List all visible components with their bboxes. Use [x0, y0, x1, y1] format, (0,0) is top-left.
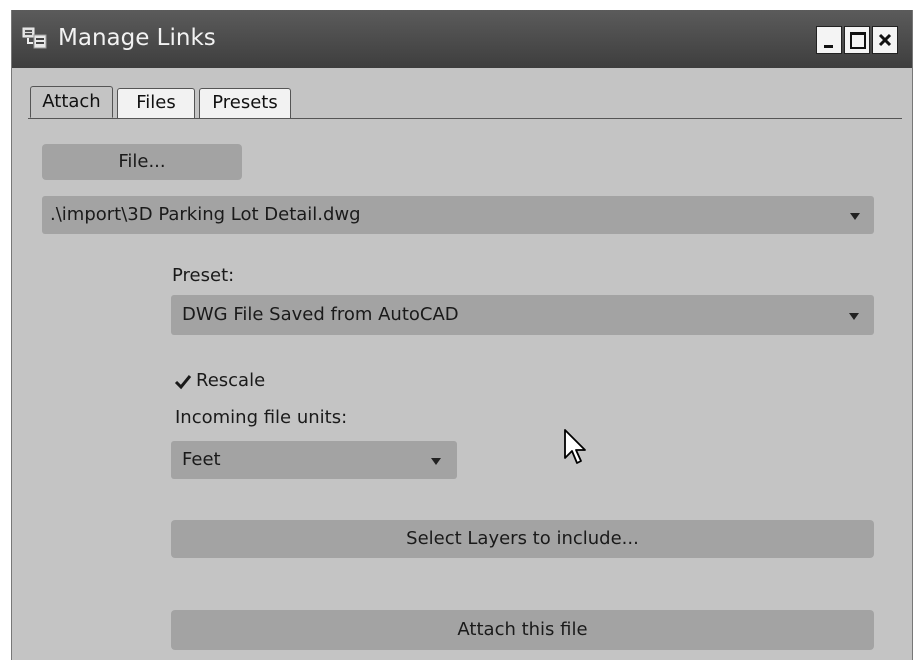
checkmark-icon: [174, 375, 192, 390]
attach-file-button[interactable]: Attach this file: [171, 610, 874, 650]
dropdown-arrow-icon: [850, 213, 860, 220]
file-button[interactable]: File...: [42, 144, 242, 180]
manage-links-icon: [22, 26, 48, 50]
minimize-button[interactable]: [816, 26, 842, 54]
tab-divider: [28, 118, 902, 119]
manage-links-window: Manage Links Attach Files Presets File..…: [11, 10, 913, 660]
mouse-pointer-icon: [563, 428, 589, 468]
window-title: Manage Links: [58, 25, 216, 51]
preset-value: DWG File Saved from AutoCAD: [182, 304, 459, 325]
units-dropdown[interactable]: Feet: [171, 441, 457, 479]
rescale-checkbox[interactable]: [174, 373, 192, 391]
close-button[interactable]: [872, 26, 898, 54]
file-path-value: .\import\3D Parking Lot Detail.dwg: [50, 204, 361, 225]
units-value: Feet: [182, 449, 221, 470]
dropdown-arrow-icon: [849, 313, 859, 320]
select-layers-button[interactable]: Select Layers to include...: [171, 520, 874, 558]
incoming-units-label: Incoming file units:: [175, 407, 348, 428]
tab-files[interactable]: Files: [117, 88, 195, 118]
title-bar[interactable]: Manage Links: [12, 10, 912, 68]
tab-presets[interactable]: Presets: [199, 88, 291, 118]
preset-label: Preset:: [172, 265, 235, 286]
dropdown-arrow-icon: [431, 458, 441, 465]
file-path-dropdown[interactable]: .\import\3D Parking Lot Detail.dwg: [42, 196, 874, 234]
tab-attach[interactable]: Attach: [30, 86, 113, 118]
close-icon: [878, 33, 892, 47]
preset-dropdown[interactable]: DWG File Saved from AutoCAD: [171, 295, 874, 335]
maximize-button[interactable]: [844, 26, 870, 54]
rescale-label[interactable]: Rescale: [196, 370, 265, 391]
